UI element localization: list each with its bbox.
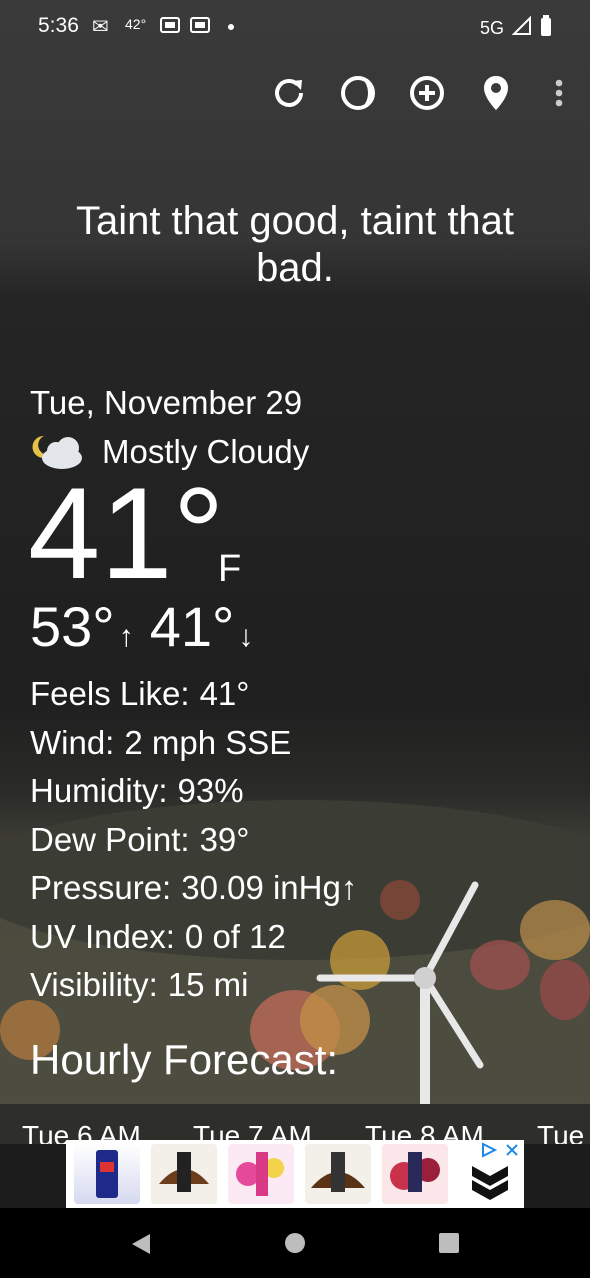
navigation-bar [0,1208,590,1278]
detail-value: 39° [199,820,250,858]
hour-item[interactable]: Tue [537,1120,584,1144]
location-pin-icon[interactable] [473,70,519,116]
detail-value: 30.09 inHg↑ [181,869,358,906]
brand-logo-icon[interactable] [470,1162,510,1207]
ad-product-image[interactable] [228,1144,294,1204]
detail-value: 41° [199,675,250,712]
status-bar: 5:36 ✉ 42° 5G [0,0,590,54]
news-icon [190,16,210,37]
hourly-title: Hourly Forecast: [30,1036,339,1083]
arrow-down-icon: ↓ [238,620,254,653]
add-location-icon[interactable] [404,70,450,116]
background-tree [520,900,590,960]
ad-banner[interactable] [66,1140,524,1208]
current-date: Tue, November 29 [30,384,303,421]
detail-label: Feels Like: [30,675,190,712]
back-icon[interactable] [130,1232,152,1261]
details-list: Feels Like: 41° Wind: 2 mph SSE Humidity: 9… [30,670,357,1010]
theme-icon[interactable] [335,70,381,116]
detail-value: 15 mi [167,966,249,1003]
signal-icon [511,15,532,41]
temp-unit: F [218,548,242,590]
current-temp: 41° [28,460,225,606]
ad-product-image[interactable] [305,1144,371,1204]
detail-pressure: Pressure: 30.09 inHg↑ [30,864,357,913]
detail-value: 2 mph SSE [124,723,292,761]
detail-uv-index: UV Index: 0 of 12 [30,913,357,962]
close-icon[interactable] [504,1142,520,1163]
detail-dew-point: Dew Point: 39° [30,816,357,865]
high-low: 53° ↑ 41° ↓ [30,594,269,659]
home-icon[interactable] [284,1232,306,1259]
network-label: 5G [479,18,504,38]
background-tree [540,960,590,1020]
detail-humidity: Humidity: 93% [30,767,357,816]
dot-icon [227,18,235,34]
detail-label: Pressure: [30,869,172,906]
detail-label: Visibility: [30,966,158,1003]
status-time: 5:36 [38,14,79,37]
detail-feels-like: Feels Like: 41° [30,670,357,719]
adchoices-icon[interactable] [480,1142,498,1163]
gmail-icon: ✉ [92,16,109,38]
detail-label: Humidity: [30,772,168,809]
status-temp: 42° [125,16,147,32]
detail-value: 93% [177,772,244,809]
recents-icon[interactable] [438,1232,460,1259]
quote-text: Taint that good, taint that bad. [75,199,515,290]
refresh-icon[interactable] [266,70,312,116]
ad-product-image[interactable] [151,1144,217,1204]
detail-value: 0 of 12 [184,917,286,955]
detail-label: UV Index: [30,917,175,955]
detail-wind: Wind: 2 mph SSE [30,719,357,768]
hourly-strip[interactable]: Tue 6 AM Tue 7 AM Tue 8 AM Tue [0,1104,590,1144]
detail-visibility: Visibility: 15 mi [30,961,357,1010]
arrow-up-icon: ↑ [118,620,134,653]
ad-product-image[interactable] [382,1144,448,1204]
detail-label: Wind: [30,723,115,761]
ad-product-image[interactable] [74,1144,140,1204]
high-temp: 53° [30,595,115,658]
news-icon [160,16,180,37]
detail-label: Dew Point: [30,820,190,858]
more-vert-icon[interactable] [538,70,580,116]
low-temp: 41° [149,595,235,658]
battery-icon [540,15,552,42]
